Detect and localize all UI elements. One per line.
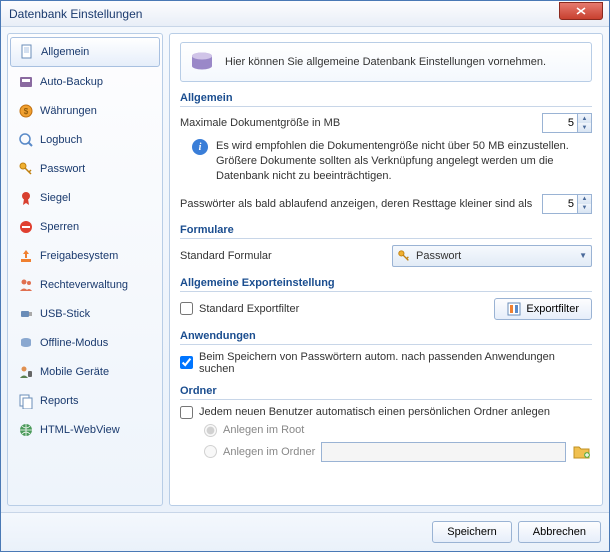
pwd-expire-input[interactable]: [543, 195, 577, 213]
sidebar-item-webview[interactable]: HTML-WebView: [10, 416, 160, 444]
ordner-radio[interactable]: [204, 445, 217, 458]
filter-icon: [507, 302, 521, 316]
exportfilter-button-label: Exportfilter: [526, 303, 579, 315]
auto-search-checkbox[interactable]: [180, 356, 193, 369]
sidebar-item-usb[interactable]: USB-Stick: [10, 300, 160, 328]
pwd-expire-label: Passwörter als bald ablaufend anzeigen, …: [180, 198, 536, 210]
root-radio[interactable]: [204, 424, 217, 437]
ordner-path-input[interactable]: [321, 442, 566, 462]
browse-folder-button[interactable]: [572, 442, 592, 462]
save-button[interactable]: Speichern: [432, 521, 512, 543]
titlebar: Datenbank Einstellungen: [1, 1, 609, 27]
max-doc-input[interactable]: [543, 114, 577, 132]
dialog-body: Allgemein Auto-Backup $ Währungen Logbuc…: [1, 27, 609, 512]
sidebar-item-passwort[interactable]: Passwort: [10, 155, 160, 183]
log-icon: [18, 132, 34, 148]
sidebar-item-label: USB-Stick: [40, 308, 90, 320]
sidebar-item-label: Währungen: [40, 105, 97, 117]
std-form-combo[interactable]: Passwort ▼: [392, 245, 592, 267]
sidebar-item-label: Sperren: [40, 221, 79, 233]
section-ordner-title: Ordner: [180, 385, 592, 400]
share-icon: [18, 248, 34, 264]
sidebar-item-label: Auto-Backup: [40, 76, 103, 88]
std-exportfilter-checkbox[interactable]: [180, 302, 193, 315]
sidebar-item-reports[interactable]: Reports: [10, 387, 160, 415]
dialog-window: Datenbank Einstellungen Allgemein Auto-B…: [0, 0, 610, 552]
spinner-down-icon[interactable]: ▼: [578, 123, 591, 132]
sidebar-item-mobile[interactable]: Mobile Geräte: [10, 358, 160, 386]
close-button[interactable]: [559, 2, 603, 20]
sidebar-item-rechte[interactable]: Rechteverwaltung: [10, 271, 160, 299]
banner-text: Hier können Sie allgemeine Datenbank Ein…: [225, 56, 546, 68]
pwd-expire-spinner[interactable]: ▲▼: [542, 194, 592, 214]
ordner-radio-label: Anlegen im Ordner: [223, 446, 315, 458]
block-icon: [18, 219, 34, 235]
mobile-icon: [18, 364, 34, 380]
sidebar-item-label: HTML-WebView: [40, 424, 120, 436]
section-anwendungen-title: Anwendungen: [180, 330, 592, 345]
close-icon: [576, 7, 586, 15]
save-button-label: Speichern: [447, 526, 497, 538]
sidebar-item-label: Logbuch: [40, 134, 82, 146]
sidebar-item-offline[interactable]: Offline-Modus: [10, 329, 160, 357]
sidebar-item-label: Freigabesystem: [40, 250, 118, 262]
info-text: Es wird empfohlen die Dokumentengröße ni…: [216, 139, 592, 184]
section-formulare-title: Formulare: [180, 224, 592, 239]
max-doc-label: Maximale Dokumentgröße in MB: [180, 117, 536, 129]
combo-value: Passwort: [416, 250, 461, 262]
section-allgemein-title: Allgemein: [180, 92, 592, 107]
sidebar-item-label: Mobile Geräte: [40, 366, 109, 378]
max-doc-spinner[interactable]: ▲▼: [542, 113, 592, 133]
sidebar-item-label: Siegel: [40, 192, 71, 204]
currency-icon: $: [18, 103, 34, 119]
users-icon: [18, 277, 34, 293]
window-title: Datenbank Einstellungen: [9, 7, 142, 21]
key-icon: [397, 249, 411, 263]
auto-search-label: Beim Speichern von Passwörtern autom. na…: [199, 351, 592, 375]
seal-icon: [18, 190, 34, 206]
dialog-footer: Speichern Abbrechen: [1, 512, 609, 551]
usb-icon: [18, 306, 34, 322]
folder-icon: [573, 444, 591, 460]
sidebar-item-autobackup[interactable]: Auto-Backup: [10, 68, 160, 96]
auto-folder-label: Jedem neuen Benutzer automatisch einen p…: [199, 406, 550, 418]
sidebar-item-label: Allgemein: [41, 46, 89, 58]
offline-icon: [18, 335, 34, 351]
spinner-down-icon[interactable]: ▼: [578, 204, 591, 213]
chevron-down-icon: ▼: [579, 251, 587, 260]
sidebar-item-waehrungen[interactable]: $ Währungen: [10, 97, 160, 125]
root-radio-label: Anlegen im Root: [223, 424, 304, 436]
sidebar-item-sperren[interactable]: Sperren: [10, 213, 160, 241]
sidebar-item-label: Passwort: [40, 163, 85, 175]
sidebar-item-label: Offline-Modus: [40, 337, 108, 349]
main-panel: Hier können Sie allgemeine Datenbank Ein…: [169, 33, 603, 506]
web-icon: [18, 422, 34, 438]
key-icon: [18, 161, 34, 177]
sidebar-item-logbuch[interactable]: Logbuch: [10, 126, 160, 154]
backup-icon: [18, 74, 34, 90]
svg-text:$: $: [24, 107, 29, 116]
info-icon: i: [192, 139, 208, 155]
doc-icon: [19, 44, 35, 60]
sidebar-item-allgemein[interactable]: Allgemein: [10, 37, 160, 67]
info-banner: Hier können Sie allgemeine Datenbank Ein…: [180, 42, 592, 82]
sidebar-item-siegel[interactable]: Siegel: [10, 184, 160, 212]
std-form-label: Standard Formular: [180, 250, 386, 262]
exportfilter-button[interactable]: Exportfilter: [494, 298, 592, 320]
sidebar-item-label: Rechteverwaltung: [40, 279, 128, 291]
section-export-title: Allgemeine Exporteinstellung: [180, 277, 592, 292]
sidebar-item-freigabe[interactable]: Freigabesystem: [10, 242, 160, 270]
database-icon: [189, 51, 215, 73]
spinner-up-icon[interactable]: ▲: [578, 114, 591, 123]
std-exportfilter-label: Standard Exportfilter: [199, 303, 488, 315]
auto-folder-checkbox[interactable]: [180, 406, 193, 419]
reports-icon: [18, 393, 34, 409]
sidebar-item-label: Reports: [40, 395, 79, 407]
sidebar: Allgemein Auto-Backup $ Währungen Logbuc…: [7, 33, 163, 506]
cancel-button-label: Abbrechen: [533, 526, 586, 538]
cancel-button[interactable]: Abbrechen: [518, 521, 601, 543]
spinner-up-icon[interactable]: ▲: [578, 195, 591, 204]
